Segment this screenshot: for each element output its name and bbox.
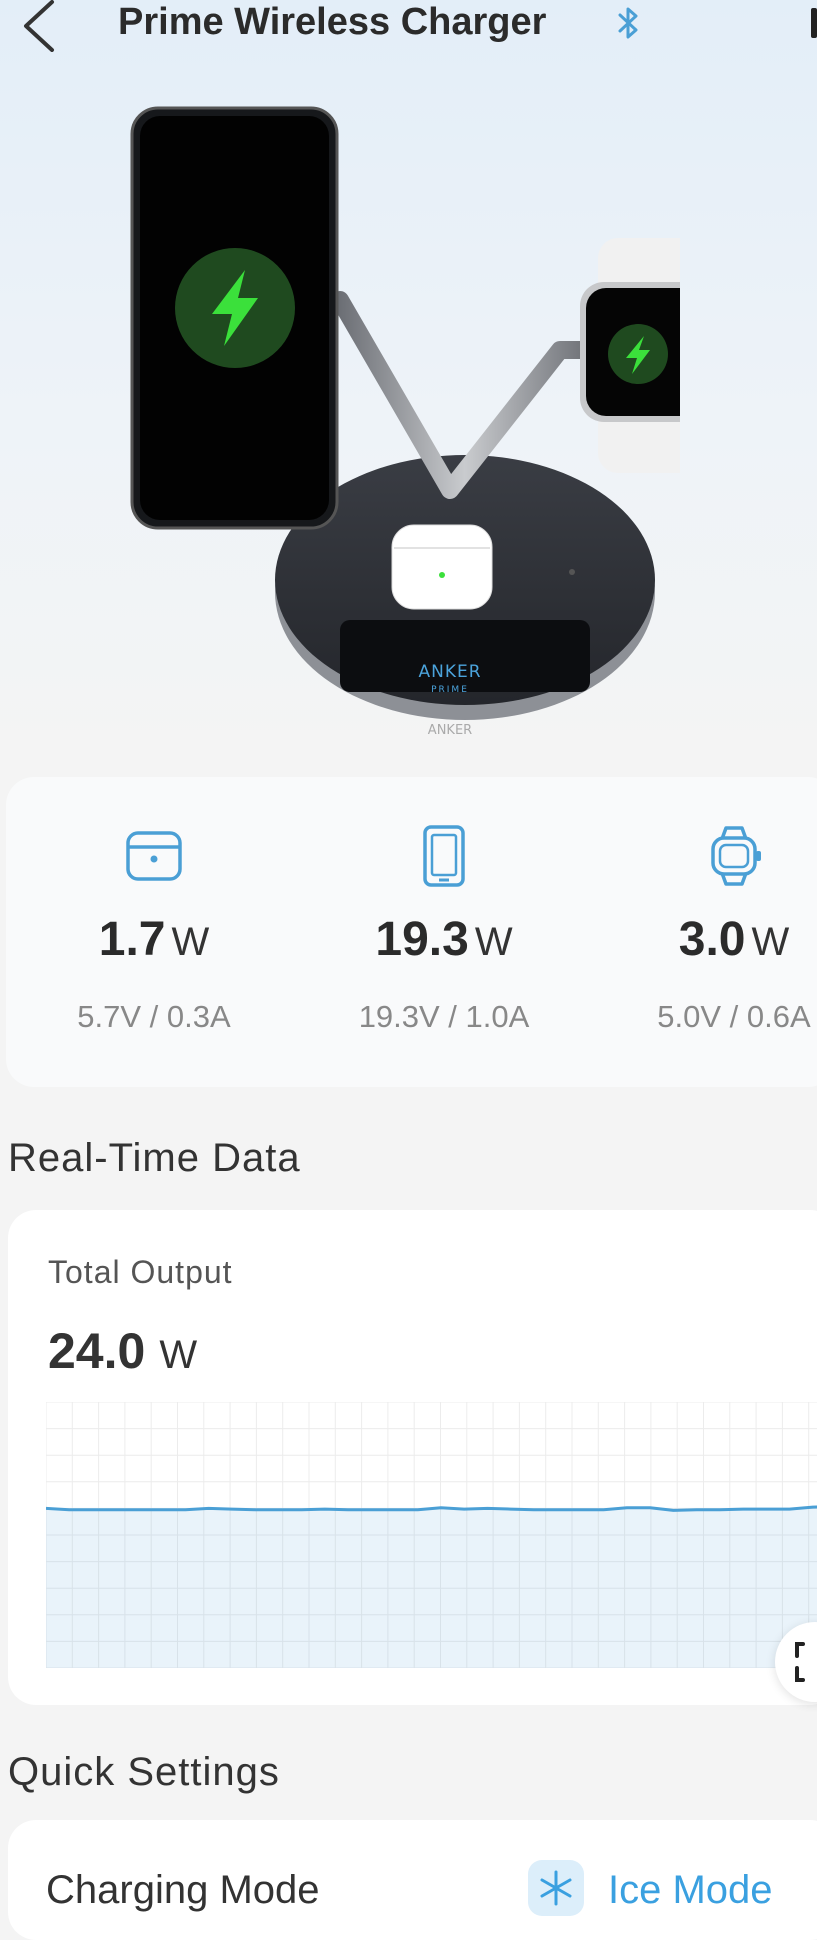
stat-unit: W: [171, 920, 210, 964]
hero-section: Prime Wireless Charger ANKER PRIME ANKER: [0, 0, 817, 760]
charging-mode-row[interactable]: Charging Mode Ice Mode: [8, 1820, 817, 1940]
snowflake-icon: [528, 1860, 584, 1916]
charging-mode-value: Ice Mode: [608, 1868, 773, 1912]
stat-watts: 19.3: [375, 913, 469, 966]
earbuds-case-icon: [126, 831, 182, 881]
chart-series-line: [46, 1505, 817, 1512]
chevron-left-icon: [24, 0, 54, 52]
realtime-heading: Real-Time Data: [8, 1136, 301, 1180]
base-logo-text: ANKER: [428, 723, 472, 738]
stat-voltage-current: 19.3V / 1.0A: [358, 999, 530, 1034]
scan-button[interactable]: [775, 1622, 817, 1702]
stat-unit: W: [474, 920, 513, 964]
total-output-label: Total Output: [48, 1254, 233, 1290]
top-bar: Prime Wireless Charger: [0, 0, 817, 60]
stat-watch[interactable]: 3.0 W 5.0V / 0.6A: [604, 777, 817, 1087]
chart-area: [46, 1506, 817, 1668]
charger-product-image: ANKER PRIME ANKER: [130, 106, 680, 738]
phone-icon: [423, 825, 465, 887]
device-stats-card: 1.7 W 5.7V / 0.3A 19.3 W 19.3V / 1.0A 3.0 W…: [6, 777, 817, 1087]
realtime-card: Total Output 24.0 W: [8, 1210, 817, 1705]
page-title: Prime Wireless Charger: [118, 1, 547, 43]
total-output-value: 24.0: [48, 1323, 146, 1379]
stat-voltage-current: 5.0V / 0.6A: [657, 999, 811, 1034]
prime-logo-text: PRIME: [431, 685, 469, 695]
output-chart: [46, 1402, 817, 1668]
stat-watts: 1.7: [98, 913, 166, 966]
charging-mode-label: Charging Mode: [46, 1868, 320, 1912]
scan-icon: [795, 1642, 805, 1682]
stat-unit: W: [751, 920, 790, 964]
stat-phone[interactable]: 19.3 W 19.3V / 1.0A: [314, 777, 574, 1087]
anker-logo-text: ANKER: [418, 662, 481, 682]
quick-settings-heading: Quick Settings: [8, 1750, 280, 1794]
menu-edge: [811, 8, 817, 38]
bluetooth-icon: [618, 7, 638, 39]
stat-watts: 3.0: [678, 913, 746, 966]
stat-earbuds[interactable]: 1.7 W 5.7V / 0.3A: [24, 777, 284, 1087]
back-button[interactable]: [18, 0, 62, 52]
stat-voltage-current: 5.7V / 0.3A: [77, 999, 231, 1034]
watch-icon: [711, 826, 761, 886]
total-output-unit: W: [159, 1333, 198, 1377]
